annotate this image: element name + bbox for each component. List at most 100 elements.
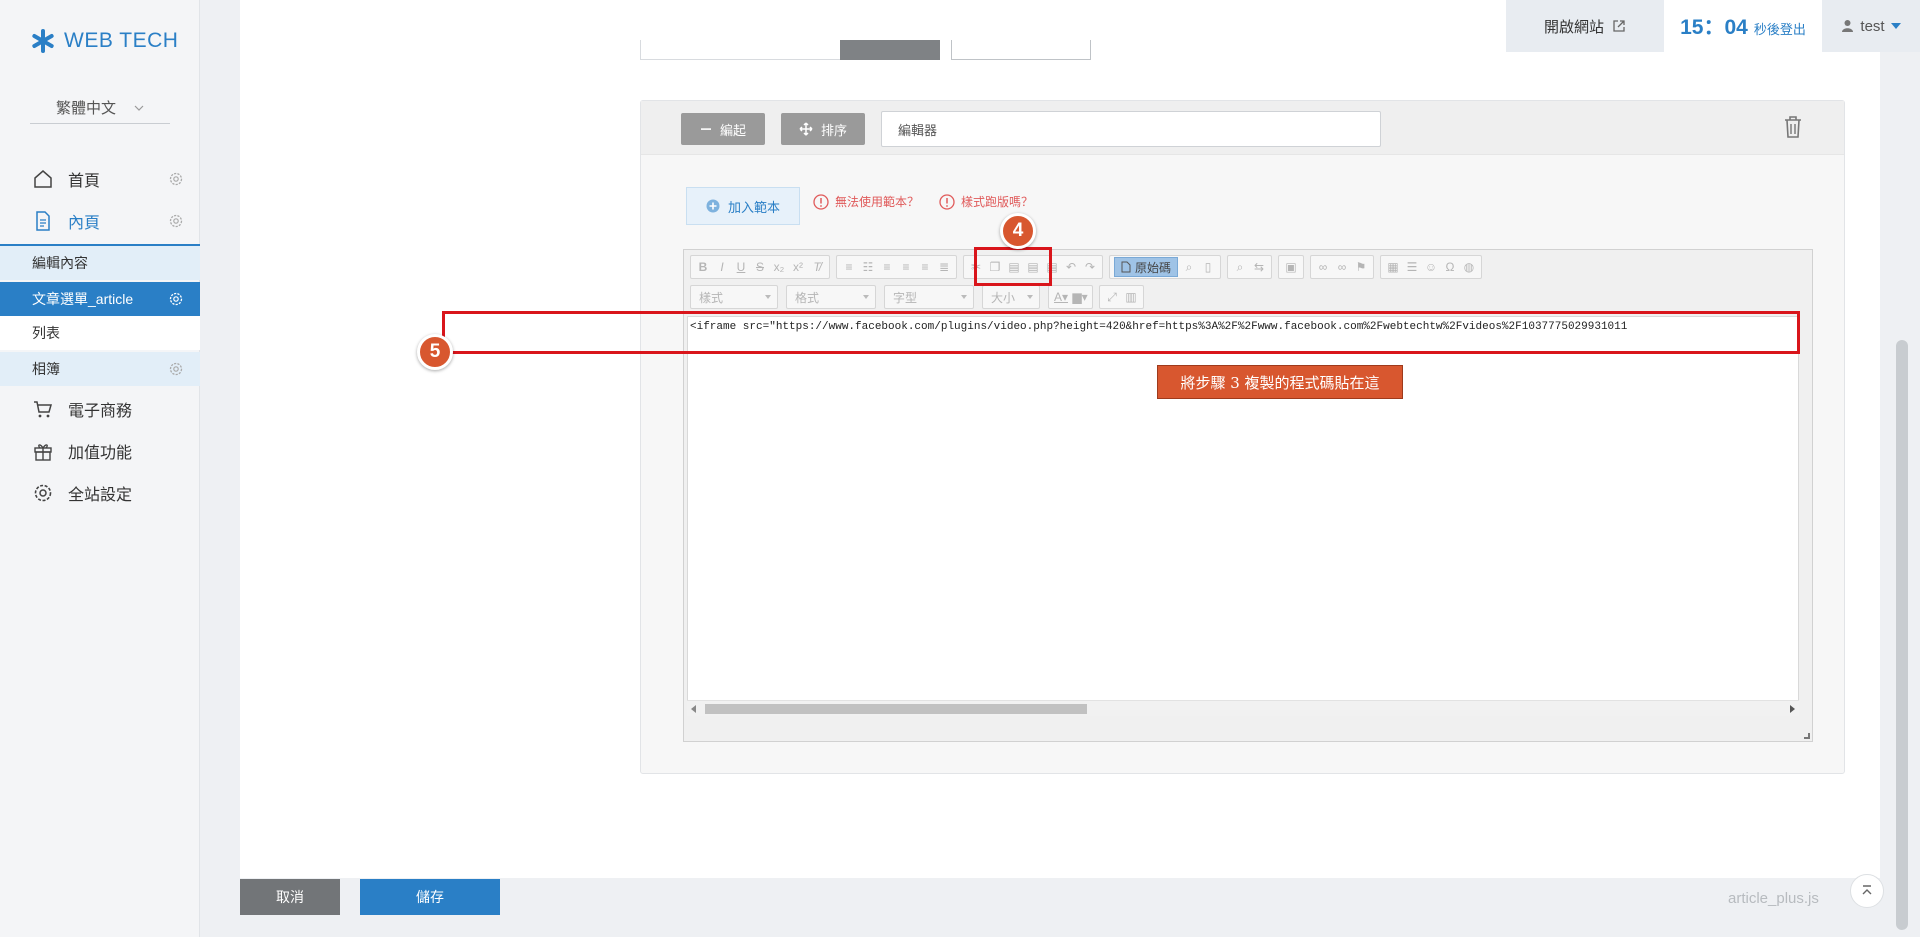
- underline-icon[interactable]: U: [733, 260, 749, 274]
- add-template-label: 加入範本: [727, 199, 780, 215]
- home-icon: [34, 170, 52, 188]
- previous-block-field[interactable]: [951, 40, 1091, 60]
- top-bar: 開啟網站 15：04 秒後登出 test: [1506, 0, 1920, 52]
- smiley-icon[interactable]: ☺: [1423, 260, 1439, 274]
- collapse-button[interactable]: 編起: [681, 113, 765, 145]
- user-menu[interactable]: test: [1822, 0, 1920, 52]
- brand-logo[interactable]: WEB TECH: [30, 28, 178, 54]
- save-button[interactable]: 儲存: [360, 879, 500, 915]
- redo-icon[interactable]: ↷: [1082, 260, 1098, 274]
- toolbar-group-insert: ▦ ☰ ☺ Ω ◍: [1380, 255, 1483, 279]
- sidebar-item-ecommerce[interactable]: 電子商務: [0, 388, 200, 430]
- scroll-left-arrow-icon[interactable]: [691, 705, 696, 713]
- script-filename: article_plus.js: [1728, 890, 1819, 907]
- instruction-callout: 將步驟 3 複製的程式碼貼在這: [1157, 365, 1403, 399]
- editor-toolbar-row-1: B I U S x₂ x² T̸ ≡ ☷ ≡ ≡ ≡ ≣ ✂ ❐ ▤ ▤ ▤ ↶…: [690, 255, 1488, 279]
- sidebar-item-label: 電子商務: [68, 403, 133, 420]
- source-code-button[interactable]: 原始碼: [1114, 257, 1179, 277]
- cancel-button[interactable]: 取消: [240, 879, 340, 915]
- format-combo[interactable]: 格式: [786, 285, 876, 309]
- scroll-right-arrow-icon[interactable]: [1790, 705, 1795, 713]
- styles-combo-label: 樣式: [699, 290, 724, 305]
- step5-highlight-box: [442, 311, 1800, 354]
- editor-toolbar-row-2: 樣式 格式 字型 大小 A▾ ▆▾ ⤢ ▥: [690, 285, 1150, 309]
- maximize-icon[interactable]: ⤢: [1104, 290, 1120, 305]
- scrollbar-thumb[interactable]: [705, 704, 1087, 714]
- style-help-label: 樣式跑版嗎？: [961, 195, 1034, 209]
- step5-badge: 5: [417, 334, 453, 370]
- editor-horizontal-scrollbar[interactable]: [687, 700, 1799, 716]
- sidebar-subitem-label: 列表: [32, 325, 60, 341]
- sort-button[interactable]: 排序: [781, 113, 865, 145]
- iframe-globe-icon[interactable]: ◍: [1461, 260, 1477, 274]
- open-site-button[interactable]: 開啟網站: [1506, 0, 1664, 52]
- sidebar-subitem-list[interactable]: 列表: [0, 316, 200, 350]
- horizontal-line-icon[interactable]: ☰: [1404, 260, 1420, 274]
- document-icon: [36, 211, 50, 231]
- size-combo[interactable]: 大小: [982, 285, 1040, 309]
- background-color-icon[interactable]: ▆▾: [1072, 290, 1088, 304]
- anchor-flag-icon[interactable]: ⚑: [1353, 260, 1369, 274]
- bottom-action-bar: 取消 儲存 article_plus.js: [200, 874, 1920, 937]
- strikethrough-icon[interactable]: S: [752, 260, 768, 274]
- font-combo-label: 字型: [893, 290, 918, 305]
- preview-icon[interactable]: ⌕: [1181, 260, 1197, 275]
- sidebar-subitem-edit-content[interactable]: 編輯內容: [0, 246, 200, 280]
- gift-icon: [34, 444, 52, 461]
- previous-block-button[interactable]: [840, 40, 940, 60]
- previous-block-input[interactable]: [640, 40, 840, 60]
- align-left-icon[interactable]: ≡: [879, 260, 895, 274]
- page-scrollbar[interactable]: [1896, 340, 1908, 930]
- templates-icon[interactable]: ▯: [1200, 260, 1216, 274]
- combo-arrow-icon: [765, 295, 771, 299]
- add-template-button[interactable]: 加入範本: [686, 187, 800, 225]
- unlink-icon[interactable]: ∞: [1334, 260, 1350, 274]
- sidebar-subitem-album[interactable]: 相簿: [0, 352, 200, 386]
- undo-icon[interactable]: ↶: [1063, 260, 1079, 274]
- align-center-icon[interactable]: ≡: [898, 260, 914, 274]
- superscript-icon[interactable]: x²: [790, 260, 806, 274]
- style-help-link[interactable]: 樣式跑版嗎？: [939, 193, 1033, 210]
- trash-icon[interactable]: [1782, 115, 1804, 139]
- align-justify-icon[interactable]: ≣: [936, 260, 952, 274]
- remove-format-icon[interactable]: T̸: [809, 260, 825, 274]
- font-combo[interactable]: 字型: [884, 285, 974, 309]
- image-icon[interactable]: ▣: [1283, 260, 1299, 274]
- sidebar-item-pages[interactable]: 內頁: [0, 200, 200, 246]
- subscript-icon[interactable]: x₂: [771, 260, 787, 274]
- italic-icon[interactable]: I: [714, 260, 730, 274]
- toolbar-group-links: ∞ ∞ ⚑: [1310, 255, 1375, 279]
- bold-icon[interactable]: B: [695, 260, 711, 274]
- user-name: test: [1860, 17, 1885, 35]
- sidebar-item-addons[interactable]: 加值功能: [0, 430, 200, 472]
- cart-icon: [34, 401, 52, 418]
- replace-icon[interactable]: ⇆: [1251, 260, 1267, 274]
- resize-handle[interactable]: [1804, 733, 1810, 739]
- link-icon[interactable]: ∞: [1315, 260, 1331, 274]
- toolbar-group-view: ⤢ ▥: [1099, 285, 1144, 309]
- gear-icon[interactable]: [168, 291, 184, 307]
- gear-icon[interactable]: [168, 361, 184, 377]
- sidebar-subitem-article-menu[interactable]: 文章選單_article: [0, 282, 200, 316]
- special-char-icon[interactable]: Ω: [1442, 260, 1458, 274]
- back-to-top-button[interactable]: [1850, 874, 1884, 908]
- template-help-link[interactable]: 無法使用範本？: [813, 193, 919, 210]
- numbered-list-icon[interactable]: ≡: [841, 260, 857, 274]
- gear-icon[interactable]: [168, 171, 184, 187]
- sidebar-item-site-settings[interactable]: 全站設定: [0, 472, 200, 514]
- brand-name: WEB TECH: [64, 29, 179, 52]
- find-icon[interactable]: ⌕: [1232, 260, 1248, 275]
- gear-icon[interactable]: [168, 213, 184, 229]
- align-right-icon[interactable]: ≡: [917, 260, 933, 274]
- text-color-icon[interactable]: A▾: [1053, 290, 1069, 304]
- styles-combo[interactable]: 樣式: [690, 285, 778, 309]
- show-blocks-icon[interactable]: ▥: [1123, 290, 1139, 304]
- toolbar-group-basic: B I U S x₂ x² T̸: [690, 255, 830, 279]
- bullet-list-icon[interactable]: ☷: [860, 260, 876, 274]
- sidebar-item-label: 首頁: [68, 173, 101, 190]
- format-combo-label: 格式: [795, 290, 820, 305]
- sidebar-item-home[interactable]: 首頁: [0, 158, 200, 200]
- table-icon[interactable]: ▦: [1385, 260, 1401, 274]
- language-select[interactable]: 繁體中文: [30, 92, 170, 124]
- block-title-input[interactable]: [881, 111, 1381, 147]
